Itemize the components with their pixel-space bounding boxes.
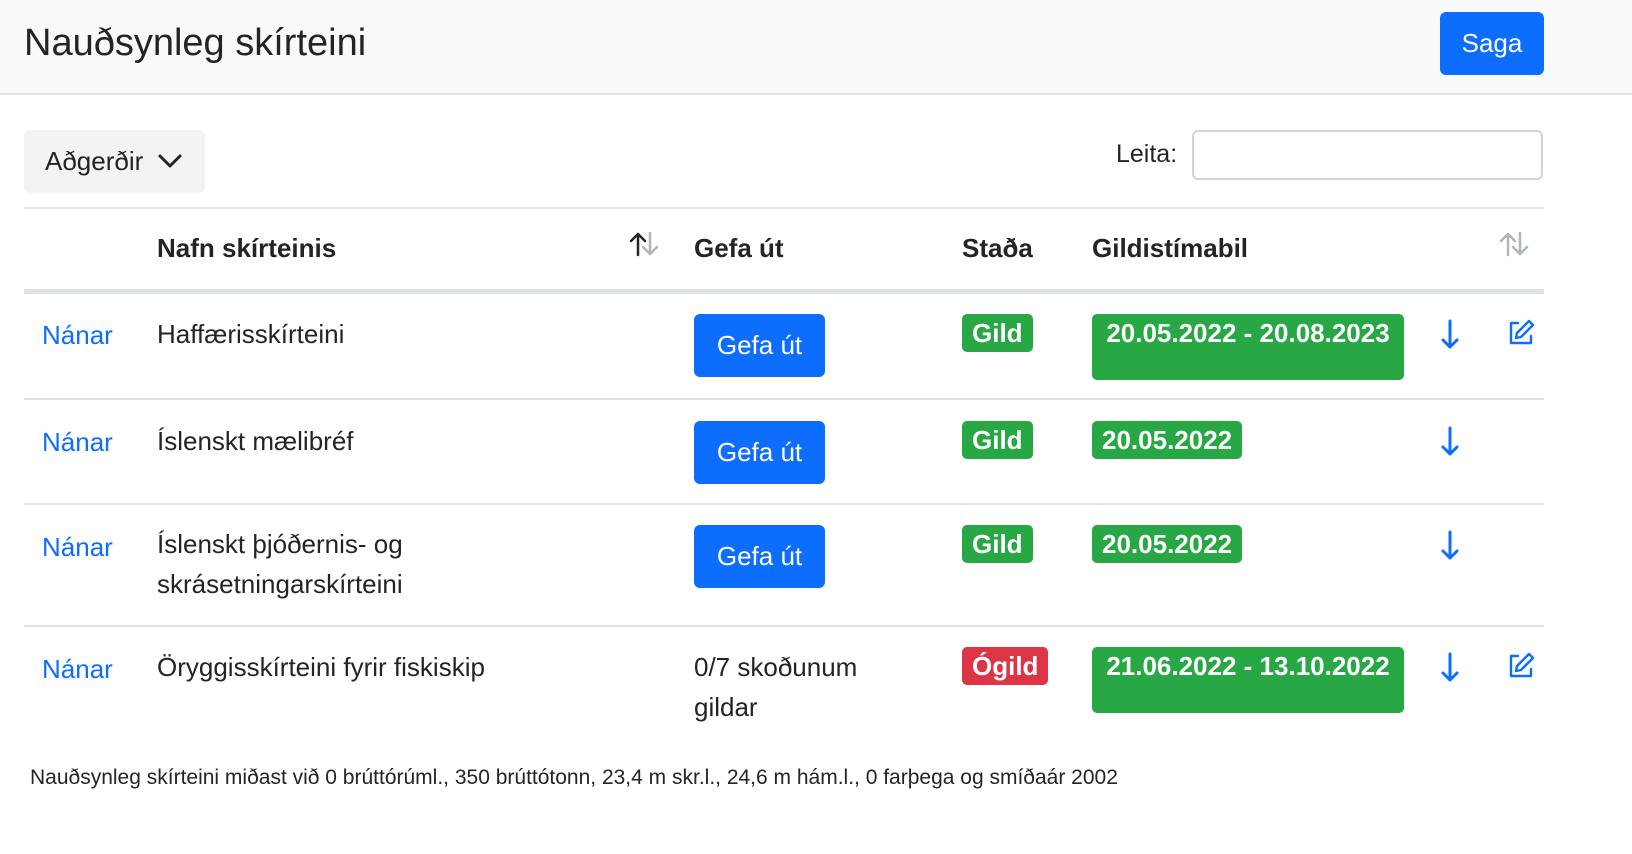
status-badge: Gild	[962, 314, 1033, 352]
validity-period-badge: 20.05.2022	[1092, 525, 1243, 563]
details-link[interactable]: Nánar	[42, 320, 113, 351]
issue-button[interactable]: Gefa út	[694, 525, 825, 588]
arrow-down-icon[interactable]	[1437, 425, 1463, 462]
arrow-down-icon[interactable]	[1437, 318, 1463, 355]
details-link[interactable]: Nánar	[42, 427, 113, 458]
issue-button[interactable]: Gefa út	[694, 314, 825, 377]
edit-icon[interactable]	[1506, 318, 1536, 353]
certificate-name: Haffærisskírteini	[157, 319, 345, 349]
table-row: Nánar Íslenskt þjóðernis- og skrásetning…	[24, 505, 1544, 627]
inspections-valid-text: 0/7 skoðunum gildar	[694, 652, 858, 722]
chevron-down-icon	[158, 149, 182, 180]
column-header-name[interactable]: Nafn skírteinis	[157, 233, 336, 264]
search-input[interactable]	[1192, 130, 1543, 180]
status-badge: Gild	[962, 525, 1033, 563]
table-row: Nánar Öryggisskírteini fyrir fiskiskip 0…	[24, 627, 1544, 737]
validity-period-badge: 20.05.2022 - 20.08.2023	[1092, 314, 1404, 380]
sort-arrows-icon[interactable]	[628, 231, 660, 262]
actions-label: Aðgerðir	[45, 146, 144, 176]
arrow-down-icon[interactable]	[1437, 529, 1463, 566]
page-header: Nauðsynleg skírteini Saga	[0, 0, 1632, 95]
column-header-issue: Gefa út	[694, 233, 784, 263]
status-badge: Ógild	[962, 647, 1049, 685]
certificate-name: Íslenskt þjóðernis- og skrásetningarskír…	[157, 529, 403, 599]
validity-period-badge: 21.06.2022 - 13.10.2022	[1092, 647, 1404, 713]
actions-dropdown-button[interactable]: Aðgerðir	[24, 130, 205, 193]
column-header-period: Gildistímabil	[1092, 233, 1249, 263]
table-header: Nafn skírteinis Gefa út Staða Gildistíma…	[24, 209, 1544, 294]
table-row: Nánar Haffærisskírteini Gefa út Gild 20.…	[24, 294, 1544, 400]
details-link[interactable]: Nánar	[42, 654, 113, 685]
certificate-name: Öryggisskírteini fyrir fiskiskip	[157, 652, 485, 682]
details-link[interactable]: Nánar	[42, 532, 113, 563]
sort-arrows-icon[interactable]	[1498, 231, 1530, 262]
issue-button[interactable]: Gefa út	[694, 421, 825, 484]
edit-icon[interactable]	[1506, 651, 1536, 686]
search-label: Leita:	[1116, 140, 1178, 168]
certificate-name: Íslenskt mælibréf	[157, 426, 354, 456]
footnote: Nauðsynleg skírteini miðast við 0 brúttó…	[30, 766, 1118, 789]
status-badge: Gild	[962, 421, 1033, 459]
column-header-status: Staða	[962, 233, 1033, 263]
page-title: Nauðsynleg skírteini	[24, 22, 367, 64]
history-button[interactable]: Saga	[1440, 12, 1544, 75]
validity-period-badge: 20.05.2022	[1092, 421, 1243, 459]
table-row: Nánar Íslenskt mælibréf Gefa út Gild 20.…	[24, 400, 1544, 505]
arrow-down-icon[interactable]	[1437, 651, 1463, 688]
